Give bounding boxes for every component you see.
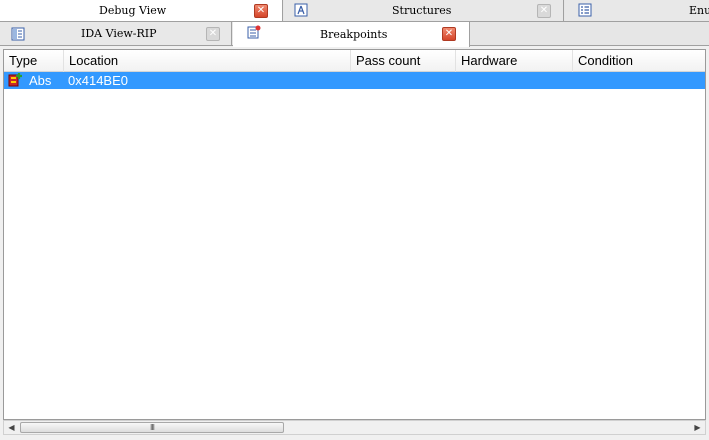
cell-location: 0x414BE0 [68, 73, 128, 88]
column-header-type[interactable]: Type [4, 50, 64, 72]
scroll-left-icon[interactable]: ◀ [4, 421, 19, 434]
tab-label: Breakpoints [320, 28, 388, 41]
breakpoints-icon [247, 25, 261, 39]
tab-label: Enu [689, 4, 709, 17]
tab-breakpoints[interactable]: Breakpoints ✕ [233, 22, 470, 47]
ida-view-icon [11, 27, 25, 41]
enums-icon [578, 3, 592, 17]
table-row[interactable]: Abs 0x414BE0 [4, 72, 705, 89]
close-icon[interactable]: ✕ [254, 4, 268, 18]
scroll-thumb[interactable]: III [20, 422, 284, 433]
breakpoint-icon [7, 72, 23, 89]
structures-icon [294, 3, 308, 17]
tab-ida-view-rip[interactable]: IDA View-RIP ✕ [0, 22, 232, 45]
tab-debug-view[interactable]: Debug View ✕ [0, 0, 283, 21]
grip-icon: III [149, 423, 155, 432]
close-icon[interactable]: ✕ [442, 27, 456, 41]
top-tab-bar: Debug View ✕ Structures ✕ Enu [0, 0, 709, 22]
horizontal-scrollbar[interactable]: ◀ III ▶ [3, 420, 706, 435]
tab-label: Structures [392, 4, 452, 17]
tab-label: Debug View [99, 4, 167, 17]
close-icon[interactable]: ✕ [537, 4, 551, 18]
breakpoint-list[interactable]: Type Location Pass count Hardware Condit… [3, 49, 706, 420]
second-tab-bar: IDA View-RIP ✕ Breakpoints ✕ [0, 22, 709, 47]
cell-type: Abs [29, 73, 52, 88]
column-header-pass-count[interactable]: Pass count [351, 50, 456, 72]
column-header-hardware[interactable]: Hardware [456, 50, 573, 72]
close-icon[interactable]: ✕ [206, 27, 220, 41]
scroll-right-icon[interactable]: ▶ [690, 421, 705, 434]
column-header-condition[interactable]: Condition [573, 50, 705, 72]
tab-enums[interactable]: Enu [565, 0, 709, 21]
list-header: Type Location Pass count Hardware Condit… [4, 50, 705, 72]
tab-label: IDA View-RIP [81, 27, 157, 40]
tab-structures[interactable]: Structures ✕ [284, 0, 564, 21]
column-header-location[interactable]: Location [64, 50, 351, 72]
